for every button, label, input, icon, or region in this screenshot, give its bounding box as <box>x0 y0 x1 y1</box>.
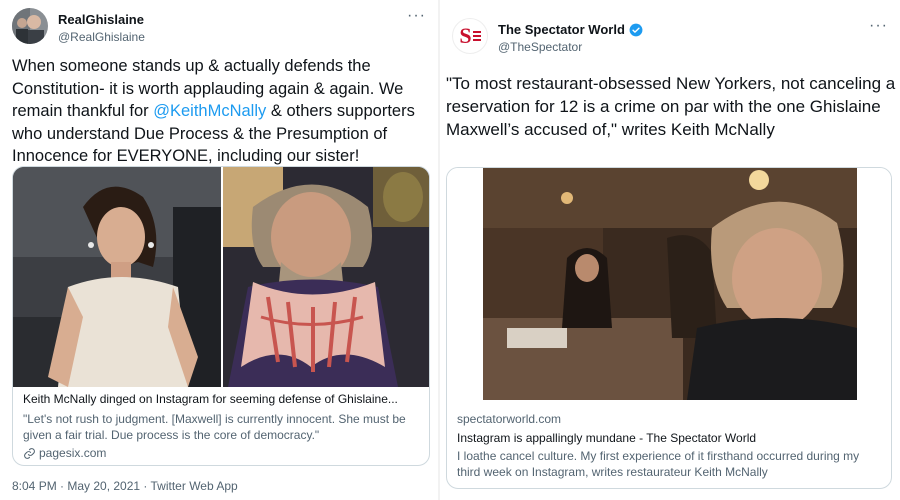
verified-badge-icon <box>629 23 643 37</box>
link-icon <box>23 447 36 460</box>
card-title[interactable]: Keith McNally dinged on Instagram for se… <box>23 391 419 407</box>
tweet-realghislaine[interactable]: RealGhislaine @RealGhislaine ··· When so… <box>0 0 438 500</box>
link-card[interactable]: Keith McNally dinged on Instagram for se… <box>12 166 430 466</box>
card-meta[interactable]: spectatorworld.com Instagram is appallin… <box>447 411 891 480</box>
author-handle[interactable]: @RealGhislaine <box>58 30 145 44</box>
author-name[interactable]: RealGhislaine <box>58 12 144 27</box>
card-title[interactable]: Instagram is appallingly mundane - The S… <box>457 430 881 446</box>
author-name-text[interactable]: The Spectator World <box>498 22 625 37</box>
tweet-header: RealGhislaine @RealGhislaine ··· <box>12 8 426 48</box>
card-domain[interactable]: spectatorworld.com <box>457 411 881 427</box>
tweet-thespectator[interactable]: S The Spectator World @TheSpectator ··· … <box>440 0 900 500</box>
author-handle[interactable]: @TheSpectator <box>498 40 582 54</box>
card-image[interactable] <box>447 168 891 400</box>
mention-link[interactable]: @KeithMcNally <box>153 102 266 120</box>
card-domain-text[interactable]: pagesix.com <box>39 445 106 461</box>
author-avatar[interactable] <box>12 8 48 44</box>
card-meta[interactable]: Keith McNally dinged on Instagram for se… <box>13 391 429 461</box>
tweet-header: S The Spectator World @TheSpectator ··· <box>452 18 888 58</box>
card-image[interactable] <box>13 167 429 387</box>
tweet-text: When someone stands up & actually defend… <box>12 55 430 168</box>
tweet-text: "To most restaurant-obsessed New Yorkers… <box>446 74 896 139</box>
spectator-logo-mark <box>472 31 481 41</box>
author-name-text[interactable]: RealGhislaine <box>58 12 144 27</box>
author-name[interactable]: The Spectator World <box>498 22 643 37</box>
tweet-timestamp[interactable]: 8:04 PM · May 20, 2021 · Twitter Web App <box>12 479 238 493</box>
card-description: I loathe cancel culture. My first experi… <box>457 449 860 479</box>
spectator-logo-letter: S <box>459 23 472 48</box>
card-domain[interactable]: pagesix.com <box>23 445 419 461</box>
link-card[interactable]: spectatorworld.com Instagram is appallin… <box>446 167 892 489</box>
card-description: "Let's not rush to judgment. [Maxwell] i… <box>23 412 406 442</box>
more-options-icon[interactable]: ··· <box>407 8 426 24</box>
more-options-icon[interactable]: ··· <box>869 18 888 34</box>
spectator-logo[interactable]: S <box>452 18 488 54</box>
